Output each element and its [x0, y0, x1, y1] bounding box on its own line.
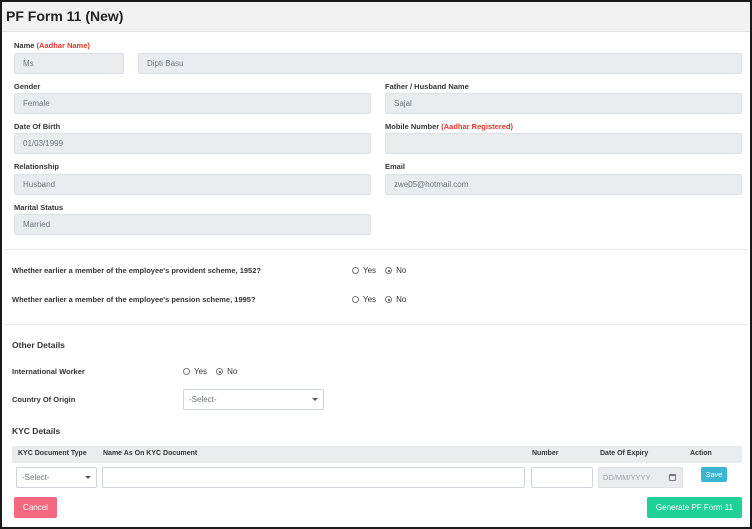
pension-scheme-question: Whether earlier a member of the employee… [12, 295, 256, 304]
kyc-save-button[interactable]: Save [701, 467, 727, 482]
divider [4, 249, 748, 250]
generate-pf-form-button[interactable]: Generate PF Form 11 [647, 497, 742, 518]
salutation-field[interactable]: Ms [14, 53, 124, 74]
pension-no-label: No [396, 295, 407, 304]
divider [4, 324, 748, 325]
international-worker-radio-group: Yes No [183, 367, 246, 376]
email-field[interactable]: zwe05@hotmail.com [385, 174, 742, 195]
dob-field[interactable]: 01/03/1999 [14, 133, 371, 154]
provident-no-radio[interactable] [385, 267, 393, 274]
mobile-label: Mobile Number (Aadhar Registered) [385, 122, 513, 131]
aadhar-name-note: (Aadhar Name) [36, 41, 90, 50]
page-header: PF Form 11 (New) [2, 2, 750, 32]
kyc-col-number: Number [532, 450, 559, 457]
marital-status-field[interactable]: Married [14, 214, 371, 235]
page-title: PF Form 11 (New) [6, 8, 124, 24]
kyc-expiry-placeholder: DD/MM/YYYY [603, 473, 651, 482]
relationship-field[interactable]: Husband [14, 174, 371, 195]
kyc-table-header: KYC Document Type Name As On KYC Documen… [12, 446, 742, 463]
gender-label: Gender [14, 82, 41, 91]
cancel-button[interactable]: Cancel [14, 497, 57, 518]
provident-no-label: No [396, 266, 407, 275]
dob-label: Date Of Birth [14, 122, 61, 131]
provident-yes-radio[interactable] [352, 267, 359, 274]
international-worker-label: International Worker [12, 367, 85, 376]
provident-scheme-question: Whether earlier a member of the employee… [12, 266, 261, 275]
gender-field[interactable]: Female [14, 93, 371, 114]
father-husband-field[interactable]: Sajal [385, 93, 742, 114]
international-no-label: No [227, 367, 238, 376]
name-label: Name (Aadhar Name) [14, 41, 90, 50]
pension-yes-radio[interactable] [352, 296, 359, 303]
international-yes-label: Yes [194, 367, 208, 376]
country-of-origin-select[interactable]: -Select- [183, 389, 324, 410]
mobile-field[interactable] [385, 133, 742, 154]
kyc-document-type-select[interactable]: -Select- [16, 467, 97, 488]
pension-yes-label: Yes [363, 295, 377, 304]
pf-form-window: PF Form 11 (New) Name (Aadhar Name) Ms D… [0, 0, 752, 529]
father-husband-label: Father / Husband Name [385, 82, 469, 91]
country-of-origin-label: Country Of Origin [12, 395, 76, 404]
kyc-name-field[interactable] [102, 467, 525, 488]
kyc-number-field[interactable] [531, 467, 593, 488]
pension-scheme-radio-group: Yes No [352, 295, 415, 304]
chevron-down-icon [85, 476, 91, 479]
provident-scheme-radio-group: Yes No [352, 266, 415, 275]
chevron-down-icon [312, 398, 318, 401]
kyc-expiry-date-field[interactable]: DD/MM/YYYY [598, 467, 683, 488]
kyc-col-expiry: Date Of Expiry [600, 450, 649, 457]
calendar-icon[interactable] [669, 474, 676, 481]
international-no-radio[interactable] [216, 368, 224, 375]
relationship-label: Relationship [14, 162, 60, 171]
kyc-type-select-value: -Select- [22, 473, 50, 482]
kyc-details-heading: KYC Details [12, 426, 61, 436]
international-yes-radio[interactable] [183, 368, 190, 375]
pension-no-radio[interactable] [385, 296, 393, 303]
marital-status-label: Marital Status [14, 203, 64, 212]
provident-yes-label: Yes [363, 266, 377, 275]
kyc-col-document-type: KYC Document Type [18, 450, 87, 457]
kyc-col-name: Name As On KYC Document [103, 450, 198, 457]
other-details-heading: Other Details [12, 340, 65, 350]
country-select-value: -Select- [189, 395, 217, 404]
aadhar-registered-note: (Aadhar Registered) [441, 122, 513, 131]
full-name-field[interactable]: Dipti Basu [138, 53, 742, 74]
kyc-col-action: Action [690, 450, 712, 457]
email-label: Email [385, 162, 406, 171]
